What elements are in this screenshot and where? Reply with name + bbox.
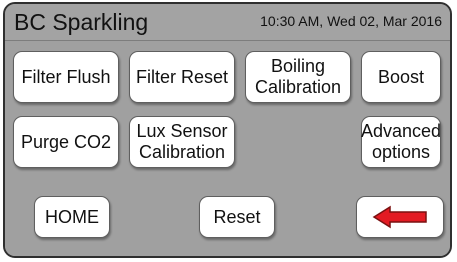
device-screen: BC Sparkling 10:30 AM, Wed 02, Mar 2016 … <box>3 2 452 258</box>
lux-sensor-calibration-button[interactable]: Lux Sensor Calibration <box>129 116 235 168</box>
home-button[interactable]: HOME <box>34 196 110 238</box>
boiling-calibration-button[interactable]: Boiling Calibration <box>245 51 351 103</box>
date-time-display: 10:30 AM, Wed 02, Mar 2016 <box>260 13 442 29</box>
boost-label: Boost <box>377 66 425 87</box>
lux-sensor-calibration-label: Lux Sensor Calibration <box>136 121 228 162</box>
boiling-calibration-label: Boiling Calibration <box>254 56 342 97</box>
reset-button[interactable]: Reset <box>199 196 275 238</box>
back-button[interactable] <box>356 196 444 238</box>
filter-reset-button[interactable]: Filter Reset <box>129 51 235 103</box>
left-arrow-icon <box>372 205 427 229</box>
advanced-options-button[interactable]: Advanced options <box>361 116 441 168</box>
purge-co2-button[interactable]: Purge CO2 <box>13 116 119 168</box>
app-title: BC Sparkling <box>14 9 149 35</box>
button-panel: Filter Flush Filter Reset Boiling Calibr… <box>5 41 450 256</box>
home-label: HOME <box>45 206 99 227</box>
purge-co2-label: Purge CO2 <box>20 131 112 152</box>
boost-button[interactable]: Boost <box>361 51 441 103</box>
reset-label: Reset <box>213 206 261 227</box>
title-bar: BC Sparkling 10:30 AM, Wed 02, Mar 2016 <box>5 4 450 41</box>
filter-flush-button[interactable]: Filter Flush <box>13 51 119 103</box>
advanced-options-label: Advanced options <box>360 121 442 162</box>
filter-flush-label: Filter Flush <box>21 66 111 87</box>
filter-reset-label: Filter Reset <box>135 66 229 87</box>
